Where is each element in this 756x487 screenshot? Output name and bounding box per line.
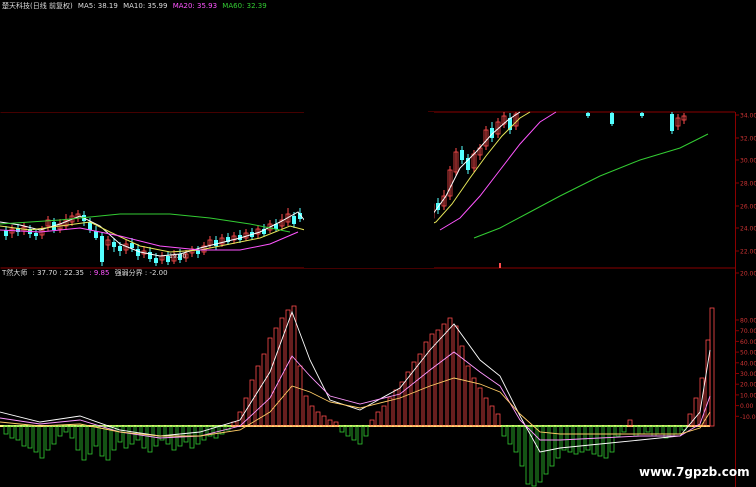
indicator-axis-label: 60.00 <box>740 339 756 346</box>
candle-body-down <box>670 114 674 131</box>
candle-body-down <box>130 243 134 248</box>
ma5-label: MA5: <box>77 2 96 10</box>
ma60-value: 32.39 <box>246 2 267 10</box>
indicator-axis-label: -10.00 <box>740 414 756 421</box>
price-low-annotation: 19.00 <box>169 253 186 260</box>
indicator-axis-label: 20.00 <box>740 382 756 389</box>
ma20-value: 35.93 <box>197 2 218 10</box>
candle-body-down <box>610 113 614 124</box>
indicator-v4: 强弱分界 : -2.00 <box>114 269 168 277</box>
indicator-axis-label: 30.00 <box>740 371 756 378</box>
candle-body-down <box>136 249 140 256</box>
stock-title: 楚天科技(日线 前复权) <box>2 2 73 10</box>
indicator-axis-label: 80.00 <box>740 318 756 325</box>
candle-body-down <box>586 113 590 116</box>
price-axis-label: 30.00 <box>740 158 756 165</box>
candle-body-down <box>292 216 296 224</box>
indicator-axis-label: 50.00 <box>740 350 756 357</box>
price-axis-label: 22.00 <box>740 249 756 256</box>
indicator-values: : 37.70 : 22.35 <box>32 269 84 277</box>
candle-body-down <box>214 240 218 246</box>
price-axis-label: 20.00 <box>740 271 756 278</box>
indicator-legend: T然大师 : 37.70 : 22.35 : 9.85 强弱分界 : -2.00 <box>2 269 171 278</box>
candle-body-down <box>100 236 104 262</box>
ma5-value: 38.19 <box>97 2 118 10</box>
ma20-label: MA20: <box>172 2 195 10</box>
candle-body-down <box>34 233 38 236</box>
candle-body-down <box>148 252 152 259</box>
indicator-axis-label: 10.00 <box>740 392 756 399</box>
price-axis-label: 28.00 <box>740 181 756 188</box>
ma60-label: MA60: <box>222 2 245 10</box>
price-axis-label: 26.00 <box>740 204 756 211</box>
indicator-axis-label: 70.00 <box>740 328 756 335</box>
watermark: www.7gpzb.com <box>639 465 750 479</box>
candle-body-down <box>154 258 158 263</box>
indicator-title: T然大师 <box>2 269 28 277</box>
price-axis-label: 24.00 <box>740 226 756 233</box>
candle-body-down <box>94 231 98 238</box>
candle-body-down <box>460 150 464 160</box>
indicator-axis-label: 40.00 <box>740 360 756 367</box>
candle-body-down <box>640 113 644 116</box>
candle-body-down <box>4 230 8 236</box>
indicator-v3: : 9.85 <box>89 269 110 277</box>
overlay-panel-right <box>304 112 434 268</box>
indicator-axis-label: 0.00 <box>740 403 754 410</box>
candle-body-down <box>118 246 122 251</box>
candle-body-down <box>112 242 116 247</box>
price-axis-label: 34.00 <box>740 113 756 120</box>
overlay-panel <box>0 0 428 112</box>
ma10-value: 35.99 <box>147 2 168 10</box>
price-legend: 楚天科技(日线 前复权) MA5: 38.19 MA10: 35.99 MA20… <box>2 2 270 11</box>
ma10-label: MA10: <box>123 2 146 10</box>
price-axis-label: 32.00 <box>740 136 756 143</box>
